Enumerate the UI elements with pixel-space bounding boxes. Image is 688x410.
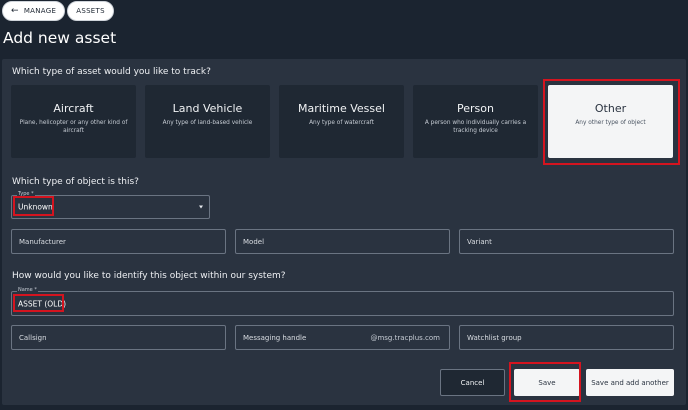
- manufacturer-input[interactable]: Manufacturer: [11, 229, 226, 254]
- page-title: Add new asset: [3, 29, 117, 47]
- caret-down-icon: [199, 205, 203, 209]
- callsign-input[interactable]: Callsign: [11, 325, 226, 350]
- messaging-handle-placeholder: Messaging handle: [243, 333, 307, 342]
- card-description: A person who individually carries a trac…: [424, 120, 527, 135]
- name-input[interactable]: Name * ASSET (OLD): [11, 287, 674, 316]
- highlight-other-card: [543, 79, 680, 165]
- arrow-left-icon: ←: [11, 5, 19, 16]
- variant-placeholder: Variant: [467, 237, 492, 246]
- model-placeholder: Model: [243, 237, 265, 246]
- card-description: Any type of land-based vehicle: [162, 120, 253, 126]
- asset-type-card-maritime-vessel[interactable]: Maritime Vessel Any type of watercraft: [279, 85, 404, 158]
- breadcrumb-assets[interactable]: ASSETS: [67, 1, 114, 21]
- highlight-type-value: [13, 196, 54, 216]
- highlight-save-button: [509, 362, 581, 402]
- manufacturer-placeholder: Manufacturer: [19, 237, 66, 246]
- messaging-handle-suffix: @msg.tracplus.com: [370, 333, 440, 342]
- callsign-placeholder: Callsign: [19, 333, 47, 342]
- watchlist-group-placeholder: Watchlist group: [467, 333, 522, 342]
- messaging-handle-input[interactable]: Messaging handle @msg.tracplus.com: [235, 325, 450, 350]
- asset-type-card-person[interactable]: Person A person who individually carries…: [413, 85, 538, 158]
- asset-type-card-aircraft[interactable]: Aircraft Plane, helicopter or any other …: [11, 85, 136, 158]
- name-label: Name *: [17, 287, 38, 293]
- save-and-add-another-button[interactable]: Save and add another: [586, 369, 674, 396]
- object-type-question: Which type of object is this?: [12, 177, 139, 187]
- card-title: Person: [457, 102, 494, 115]
- card-title: Aircraft: [53, 102, 94, 115]
- breadcrumb-manage[interactable]: ← MANAGE: [2, 1, 66, 21]
- model-input[interactable]: Model: [235, 229, 450, 254]
- highlight-name-value: [13, 294, 64, 312]
- card-title: Land Vehicle: [172, 102, 243, 115]
- breadcrumb-assets-label: ASSETS: [76, 7, 105, 15]
- card-title: Maritime Vessel: [298, 102, 385, 115]
- breadcrumb-manage-label: MANAGE: [23, 7, 57, 15]
- card-description: Plane, helicopter or any other kind of a…: [19, 120, 128, 135]
- card-description: Any type of watercraft: [309, 120, 374, 126]
- cancel-button[interactable]: Cancel: [440, 369, 505, 396]
- asset-type-question: Which type of asset would you like to tr…: [12, 67, 211, 77]
- asset-type-card-land-vehicle[interactable]: Land Vehicle Any type of land-based vehi…: [145, 85, 270, 158]
- identify-question: How would you like to identify this obje…: [12, 271, 286, 281]
- variant-input[interactable]: Variant: [459, 229, 674, 254]
- add-asset-form: Which type of asset would you like to tr…: [2, 59, 686, 405]
- breadcrumb: ← MANAGE ASSETS: [2, 1, 114, 21]
- watchlist-group-select[interactable]: Watchlist group: [459, 325, 674, 350]
